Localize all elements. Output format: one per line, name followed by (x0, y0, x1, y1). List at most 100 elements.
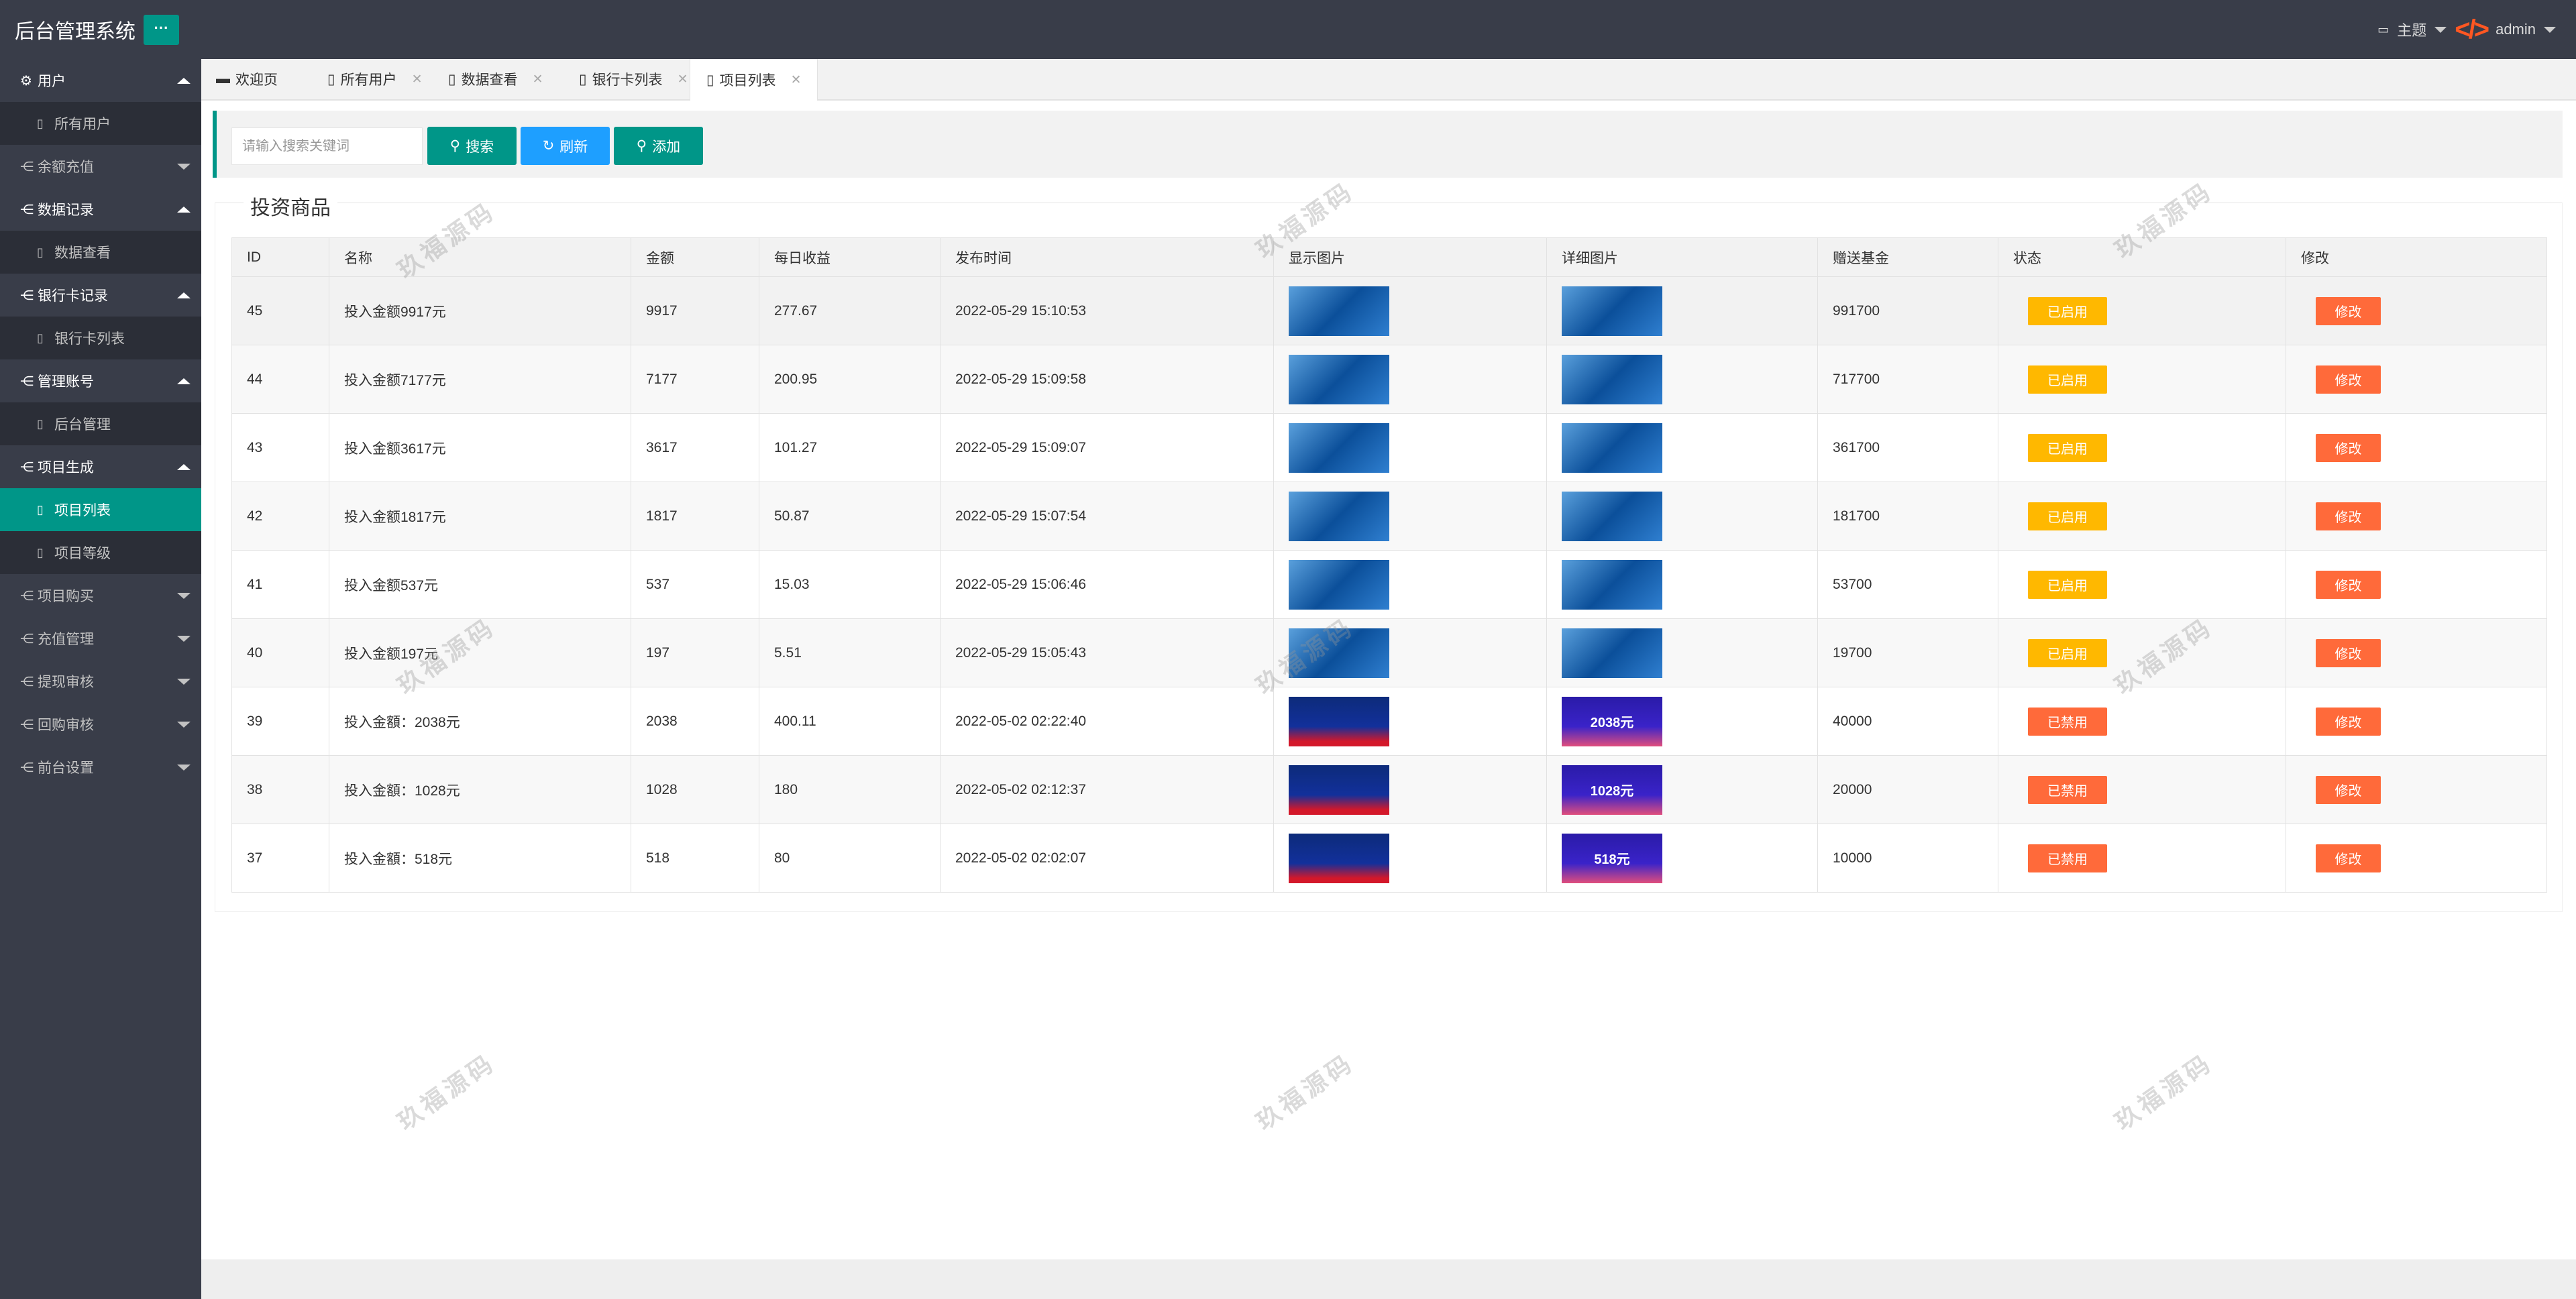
refresh-button[interactable]: ↻ 刷新 (521, 127, 610, 165)
cell-edit: 修改 (2286, 550, 2547, 619)
sidebar-item[interactable]: ⋲ 余额充值 (0, 145, 201, 188)
cell-daily: 15.03 (759, 550, 941, 619)
sidebar-subitem[interactable]: ▯ 项目等级 (0, 531, 201, 574)
cell-display-image (1273, 755, 1547, 824)
status-badge[interactable]: 已启用 (2028, 365, 2107, 394)
status-badge[interactable]: 已禁用 (2028, 707, 2107, 736)
sidebar-subitem[interactable]: ▯ 项目列表 (0, 488, 201, 531)
search-button[interactable]: ⚲ 搜索 (427, 127, 517, 165)
sidebar-subitem[interactable]: ▯ 所有用户 (0, 102, 201, 145)
sidebar-item[interactable]: ⋲ 项目购买 (0, 574, 201, 617)
detail-image: 1028元 (1562, 765, 1662, 815)
sidebar-item[interactable]: ⋲ 提现审核 (0, 660, 201, 703)
cell-daily: 5.51 (759, 618, 941, 687)
close-icon[interactable]: ✕ (533, 72, 543, 87)
top-header: 后台管理系统 ··· ▭ 主题 </> admin (0, 0, 2576, 59)
detail-image: 2038元 (1562, 696, 1662, 746)
sidebar-subitem[interactable]: ▯ 数据查看 (0, 231, 201, 274)
theme-icon: ▭ (2377, 22, 2390, 36)
table-row: 45 投入金额9917元 9917 277.67 2022-05-29 15:10:53… (231, 276, 2547, 345)
cell-fund: 181700 (1817, 482, 1998, 551)
search-input[interactable]: 请输入搜索关键词 (231, 127, 423, 165)
edit-button[interactable]: 修改 (2316, 844, 2381, 872)
column-header: 发布时间 (940, 237, 1274, 277)
close-icon[interactable]: ✕ (791, 72, 802, 88)
sidebar-item[interactable]: ⚙ 用户 (0, 59, 201, 102)
status-badge[interactable]: 已启用 (2028, 638, 2107, 667)
chevron-down-icon (2544, 26, 2556, 33)
edit-button[interactable]: 修改 (2316, 365, 2381, 394)
sidebar-item[interactable]: ⋲ 管理账号 (0, 359, 201, 402)
cell-daily: 80 (759, 824, 941, 893)
sidebar-subitem[interactable]: ▯ 后台管理 (0, 402, 201, 445)
edit-button[interactable]: 修改 (2316, 570, 2381, 599)
toggle-icon: ⋲ (20, 674, 34, 689)
cell-amount: 7177 (631, 345, 759, 414)
display-image (1289, 286, 1389, 336)
edit-button[interactable]: 修改 (2316, 638, 2381, 667)
watermark: 玖福源码 (392, 1048, 501, 1136)
status-badge[interactable]: 已启用 (2028, 296, 2107, 325)
sidebar-subitem[interactable]: ▯ 银行卡列表 (0, 317, 201, 359)
cell-fund: 40000 (1817, 687, 1998, 756)
cell-name: 投入金额3617元 (329, 413, 631, 482)
close-icon[interactable]: ✕ (412, 72, 423, 87)
file-icon: ▯ (579, 71, 587, 87)
cell-amount: 537 (631, 550, 759, 619)
toggle-icon: ⋲ (20, 459, 34, 475)
cell-time: 2022-05-02 02:02:07 (940, 824, 1274, 893)
cell-id: 40 (231, 618, 329, 687)
cell-fund: 53700 (1817, 550, 1998, 619)
tab-3[interactable]: ▯ 银行卡列表 ✕ (579, 59, 688, 99)
cell-display-image (1273, 482, 1547, 551)
status-badge[interactable]: 已禁用 (2028, 775, 2107, 804)
close-icon[interactable]: ✕ (678, 72, 688, 87)
cell-id: 45 (231, 276, 329, 345)
status-badge[interactable]: 已启用 (2028, 433, 2107, 462)
chevron-down-icon (177, 679, 191, 685)
sidebar-item-label: 用户 (38, 74, 66, 89)
cell-display-image (1273, 413, 1547, 482)
add-label: 添加 (652, 139, 681, 155)
cell-daily: 200.95 (759, 345, 941, 414)
chevron-down-icon (177, 636, 191, 642)
tab-label: 项目列表 (719, 73, 776, 89)
cell-edit: 修改 (2286, 276, 2547, 345)
sidebar-item[interactable]: ⋲ 数据记录 (0, 188, 201, 231)
cell-detail-image (1546, 276, 1818, 345)
sidebar-item[interactable]: ⋲ 充值管理 (0, 617, 201, 660)
toggle-icon: ⋲ (20, 588, 34, 604)
cell-detail-image (1546, 345, 1818, 414)
status-badge[interactable]: 已启用 (2028, 502, 2107, 530)
tab-1[interactable]: ▯ 所有用户 ✕ (327, 59, 422, 99)
column-header: 每日收益 (759, 237, 941, 277)
edit-button[interactable]: 修改 (2316, 707, 2381, 736)
status-badge[interactable]: 已启用 (2028, 570, 2107, 599)
tab-2[interactable]: ▯ 数据查看 ✕ (448, 59, 543, 99)
tab-4[interactable]: ▯ 项目列表 ✕ (690, 59, 818, 101)
sidebar-item[interactable]: ⋲ 项目生成 (0, 445, 201, 488)
sidebar-item[interactable]: ⋲ 回购审核 (0, 703, 201, 746)
tab-0[interactable]: ▬ 欢迎页 (216, 59, 278, 99)
theme-menu[interactable]: 主题 (2397, 19, 2426, 40)
cell-fund: 991700 (1817, 276, 1998, 345)
column-header: 修改 (2286, 237, 2547, 277)
edit-button[interactable]: 修改 (2316, 296, 2381, 325)
status-badge[interactable]: 已禁用 (2028, 844, 2107, 872)
menu-toggle-button[interactable]: ··· (144, 15, 179, 45)
cell-amount: 3617 (631, 413, 759, 482)
sidebar-item[interactable]: ⋲ 前台设置 (0, 746, 201, 789)
sidebar-item[interactable]: ⋲ 银行卡记录 (0, 274, 201, 317)
add-button[interactable]: ⚲ 添加 (614, 127, 703, 165)
table-row: 42 投入金额1817元 1817 50.87 2022-05-29 15:07:54 1… (231, 482, 2547, 551)
detail-image (1562, 491, 1662, 541)
edit-button[interactable]: 修改 (2316, 433, 2381, 462)
sidebar-item-label: 数据记录 (38, 203, 94, 218)
cell-detail-image: 518元 (1546, 824, 1818, 893)
edit-button[interactable]: 修改 (2316, 775, 2381, 804)
user-menu[interactable]: admin (2496, 21, 2536, 38)
edit-button[interactable]: 修改 (2316, 502, 2381, 530)
display-image (1289, 491, 1389, 541)
cell-daily: 50.87 (759, 482, 941, 551)
cell-name: 投入金額：1028元 (329, 755, 631, 824)
